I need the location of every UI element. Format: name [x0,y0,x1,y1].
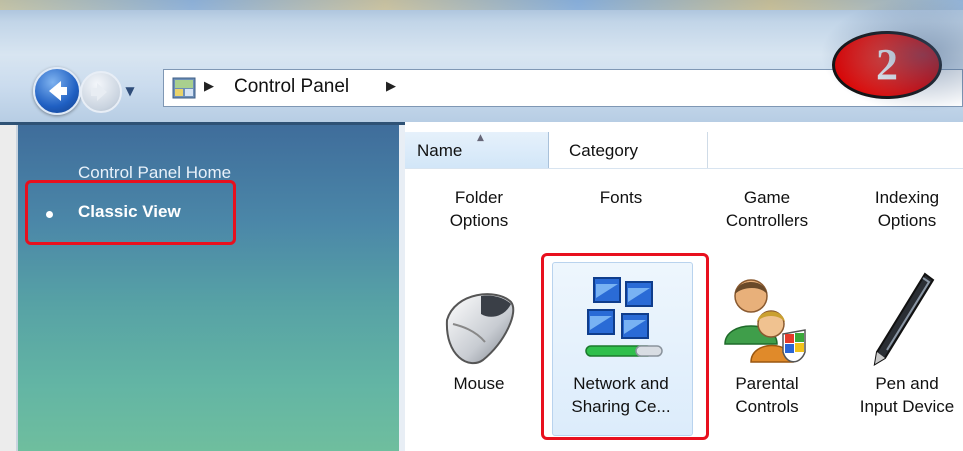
item-label: Indexing [874,188,940,207]
item-game-controllers[interactable]: Game Controllers [697,186,837,232]
breadcrumb-chevron-icon[interactable]: ▶ [204,79,214,94]
back-arrow-icon [49,81,67,101]
item-label: Pen and [875,374,939,393]
item-pen-and-input-devices[interactable]: Pen and Input Device [837,372,963,418]
parental-controls-icon[interactable] [721,272,813,372]
network-sharing-highlight [541,253,709,440]
pen-input-icon[interactable] [863,268,943,372]
item-label: Controllers [725,211,809,230]
item-label: Game [743,188,791,207]
classic-view-highlight [25,180,236,245]
task-pane: Control Panel Home Classic View [0,122,405,451]
step-badge: 2 [832,31,942,99]
forward-button[interactable] [80,71,122,113]
item-label: Mouse [453,374,505,393]
back-button[interactable] [33,67,81,115]
address-bar[interactable]: ▶ Control Panel ▶ [163,69,963,107]
forward-arrow-icon [91,83,107,101]
column-header-name[interactable]: Name ▲ [405,132,549,168]
item-label: Parental [735,374,799,393]
item-mouse[interactable]: Mouse [409,372,549,395]
column-header-name-label: Name [417,141,463,160]
item-label: Options [449,211,509,230]
item-indexing-options[interactable]: Indexing Options [837,186,963,232]
control-panel-icon [172,77,196,99]
item-label: Controls [735,397,799,416]
column-header-category-label: Category [569,141,638,160]
column-header-category[interactable]: Category [549,132,708,168]
breadcrumb-control-panel[interactable]: Control Panel [234,76,349,98]
item-label: Fonts [599,188,643,207]
breadcrumb-chevron-icon[interactable]: ▶ [386,79,396,94]
item-parental-controls[interactable]: Parental Controls [697,372,837,418]
recent-pages-dropdown[interactable]: ▼ [122,84,138,98]
item-fonts[interactable]: Fonts [551,186,691,209]
item-label: Folder [454,188,504,207]
mouse-icon[interactable] [435,280,527,372]
step-number: 2 [876,40,898,89]
item-folder-options[interactable]: Folder Options [409,186,549,232]
column-headers: Name ▲ Category [405,132,963,169]
item-label: Input Device [859,397,955,416]
item-label: Options [877,211,937,230]
sort-ascending-icon: ▲ [477,133,484,143]
window-chrome: ▼ ▶ Control Panel ▶ 2 [0,0,963,122]
control-panel-window: ▼ ▶ Control Panel ▶ 2 Control Panel Home… [0,0,963,451]
